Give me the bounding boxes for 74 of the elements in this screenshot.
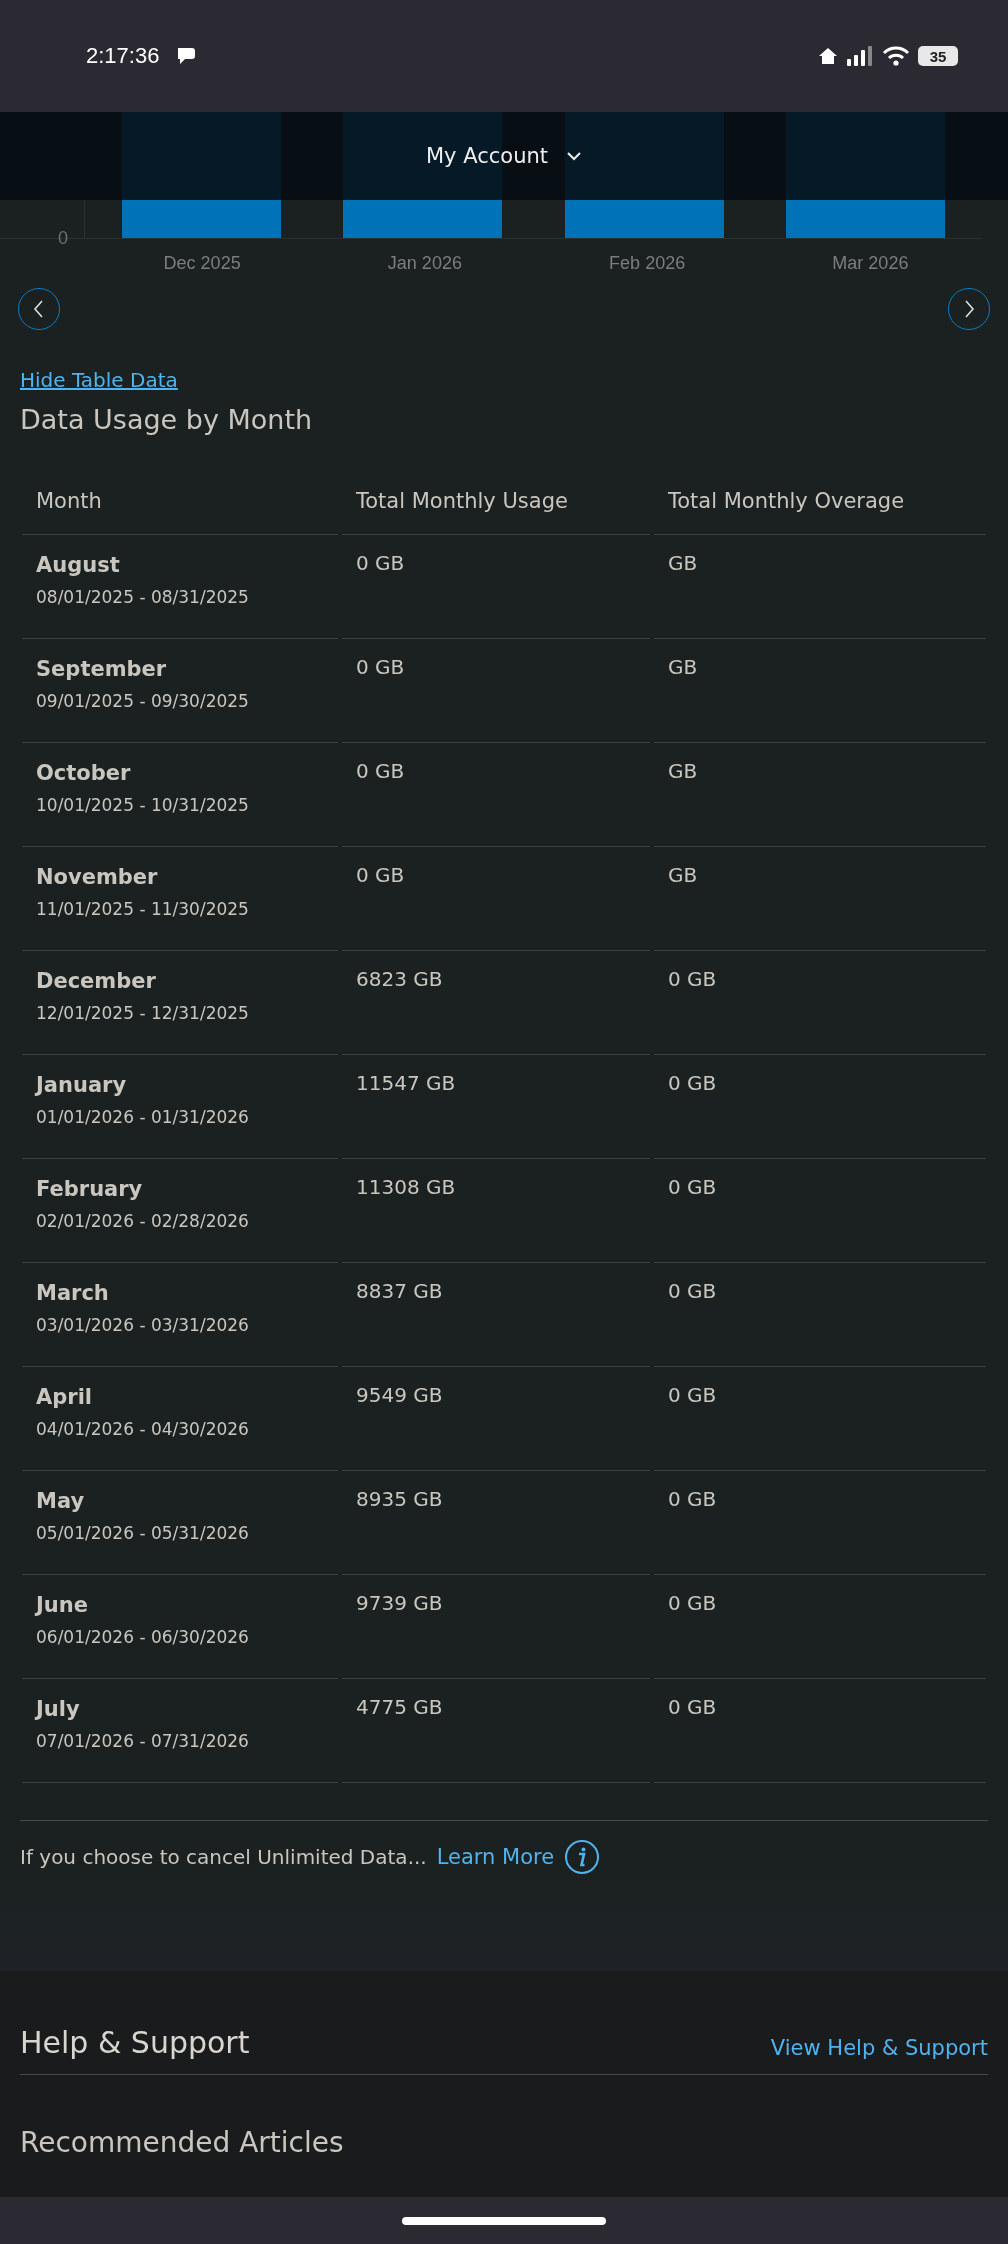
table-cell-text: 0 GB xyxy=(356,654,405,679)
view-help-link[interactable]: View Help & Support xyxy=(770,2036,988,2060)
date-range: 08/01/2025 - 08/31/2025 xyxy=(36,587,250,607)
month-name: October xyxy=(36,761,132,785)
date-range: 06/01/2026 - 06/30/2026 xyxy=(36,1627,250,1647)
table-cell-text: 8935 GB xyxy=(356,1486,443,1511)
date-range: 10/01/2025 - 10/31/2025 xyxy=(36,795,250,815)
table-cell-text: 0 GB xyxy=(668,1070,717,1095)
table-cell-text: 0 GB xyxy=(668,966,717,991)
table-cell-text: 0 GB xyxy=(668,1486,717,1511)
table-cell-text: GB xyxy=(668,862,698,887)
signal-icon xyxy=(846,45,874,67)
footnote-text: If you choose to cancel Unlimited Data... xyxy=(20,1845,427,1869)
month-name: February xyxy=(36,1177,144,1201)
table-cell-text: GB xyxy=(668,550,698,575)
month-name: March xyxy=(36,1281,110,1305)
table-cell-text: 0 GB xyxy=(668,1382,717,1407)
status-time: 2:17:36 xyxy=(86,43,160,69)
chevron-left-icon xyxy=(32,299,46,319)
axis-label: Feb 2026 xyxy=(609,253,686,274)
column-header: Total Monthly Overage xyxy=(654,473,986,535)
table-cell-text: 0 GB xyxy=(356,862,405,887)
table-cell-text: 11547 GB xyxy=(356,1070,456,1095)
table-cell-text: 8837 GB xyxy=(356,1278,443,1303)
date-range: 11/01/2025 - 11/30/2025 xyxy=(36,899,250,919)
table-cell-text: 0 GB xyxy=(668,1694,717,1719)
battery-icon: 35 xyxy=(918,46,958,66)
month-name: November xyxy=(36,865,159,889)
month-name: April xyxy=(36,1385,94,1409)
table-cell-text: 0 GB xyxy=(668,1590,717,1615)
table-cell-text: 0 GB xyxy=(356,758,405,783)
month-name: July xyxy=(36,1697,81,1721)
axis-label: 0 xyxy=(58,228,68,248)
date-range: 03/01/2026 - 03/31/2026 xyxy=(36,1315,250,1335)
axis-label: Mar 2026 xyxy=(832,253,909,274)
account-dropdown[interactable]: My Account xyxy=(422,140,586,172)
month-name: December xyxy=(36,969,157,993)
table-cell-text: 9739 GB xyxy=(356,1590,443,1615)
table-cell-text: GB xyxy=(668,654,698,679)
hide-table-link[interactable]: Hide Table Data xyxy=(20,368,178,392)
chevron-right-icon xyxy=(962,299,976,319)
date-range: 04/01/2026 - 04/30/2026 xyxy=(36,1419,250,1439)
month-name: June xyxy=(36,1593,89,1617)
home-indicator[interactable] xyxy=(402,2216,606,2225)
date-range: 12/01/2025 - 12/31/2025 xyxy=(36,1003,250,1023)
axis-label: Jan 2026 xyxy=(387,253,462,274)
date-range: 01/01/2026 - 01/31/2026 xyxy=(36,1107,250,1127)
table-title: Data Usage by Month xyxy=(20,404,314,435)
table-cell-text: 0 GB xyxy=(668,1174,717,1199)
table-cell-text: 9549 GB xyxy=(356,1382,443,1407)
table-cell-text: 4775 GB xyxy=(356,1694,443,1719)
date-range: 02/01/2026 - 02/28/2026 xyxy=(36,1211,250,1231)
month-name: January xyxy=(36,1073,128,1097)
month-name: September xyxy=(36,657,168,681)
table-cell-text: 0 GB xyxy=(356,550,405,575)
month-name: August xyxy=(36,553,121,577)
column-header: Total Monthly Usage xyxy=(342,473,650,535)
learn-more-link[interactable]: Learn More xyxy=(436,1845,555,1869)
date-range: 07/01/2026 - 07/31/2026 xyxy=(36,1731,250,1751)
column-header: Month xyxy=(22,473,338,535)
axis-label: Dec 2025 xyxy=(163,253,241,274)
home-icon xyxy=(818,47,838,65)
info-icon[interactable] xyxy=(564,1839,601,1875)
table-cell-text: 6823 GB xyxy=(356,966,443,991)
chevron-down-icon xyxy=(566,151,582,161)
table-cell-text: 11308 GB xyxy=(356,1174,456,1199)
section-title: Help & Support xyxy=(20,2025,250,2060)
table-cell-text: GB xyxy=(668,758,698,783)
section-heading: Recommended Articles xyxy=(20,2129,345,2157)
month-name: May xyxy=(36,1489,86,1513)
table-cell-text: 0 GB xyxy=(668,1278,717,1303)
wifi-icon xyxy=(882,45,910,67)
date-range: 05/01/2026 - 05/31/2026 xyxy=(36,1523,250,1543)
date-range: 09/01/2025 - 09/30/2025 xyxy=(36,691,250,711)
